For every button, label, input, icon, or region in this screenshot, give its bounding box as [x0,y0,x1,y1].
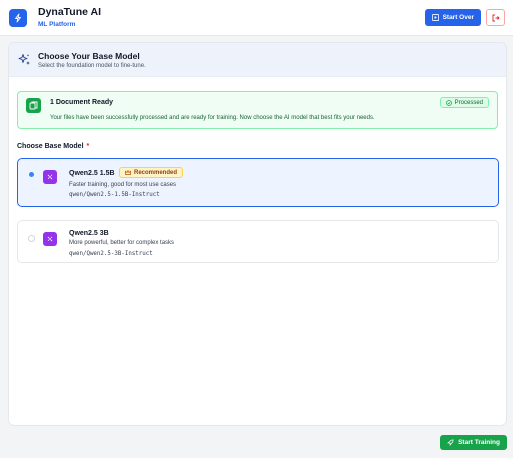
section-title: Choose Your Base Model [38,50,140,61]
documents-ready-panel: 1 Document Ready Your files have been su… [17,91,498,129]
logout-icon [492,14,500,21]
model-option-qwen2-5-3b[interactable]: Qwen2.5 3B More powerful, better for com… [17,220,499,263]
play-icon [431,14,439,21]
base-model-label: Choose Base Model * [17,143,89,150]
recommended-badge: Recommended [119,167,184,178]
model-chip-icon [43,232,57,246]
start-training-label: Start Training [458,439,500,446]
model-option-qwen2-5-1-5b[interactable]: Qwen2.5 1.5B Recommended Faster training… [17,158,499,207]
section-subtitle: Select the foundation model to fine-tune… [38,62,146,69]
brand: DynaTune AI ML Platform [38,7,101,28]
documents-ready-message: Your files have been successfully proces… [50,115,375,121]
model-description: Faster training, good for most use cases [69,182,177,188]
app-subtitle: ML Platform [38,20,76,28]
radio-selected[interactable] [29,172,34,177]
radio-unselected[interactable] [28,235,35,242]
document-icon [26,98,41,113]
processed-badge: Processed [439,97,489,108]
start-over-label: Start Over [442,14,474,21]
model-description: More powerful, better for complex tasks [69,240,175,246]
header-actions: Start Over [424,9,505,26]
processed-label: Processed [454,99,483,106]
base-model-label-text: Choose Base Model [17,143,84,150]
sparkles-icon [18,54,30,65]
model-id: qwen/Qwen2.5-1.5B-Instruct [69,192,160,198]
check-circle-icon [445,99,452,106]
app-header: DynaTune AI ML Platform Start Over [0,0,513,36]
crown-icon [125,170,131,175]
model-chip-icon [43,170,57,184]
footer-bar: Start Training [0,426,513,458]
card-header: Choose Your Base Model Select the founda… [9,43,506,77]
start-training-button[interactable]: Start Training [440,435,507,450]
required-mark: * [86,143,90,150]
model-selection-card: Choose Your Base Model Select the founda… [8,42,507,426]
logout-button[interactable] [486,9,505,26]
model-name: Qwen2.5 3B [69,230,109,237]
start-over-button[interactable]: Start Over [424,9,481,26]
documents-ready-title: 1 Document Ready [50,99,114,106]
lightning-logo-icon [9,8,27,27]
rocket-icon [447,439,454,446]
recommended-label: Recommended [134,169,178,176]
app-title: DynaTune AI [38,6,102,19]
model-id: qwen/Qwen2.5-3B-Instruct [69,251,153,257]
model-name: Qwen2.5 1.5B [69,170,115,177]
